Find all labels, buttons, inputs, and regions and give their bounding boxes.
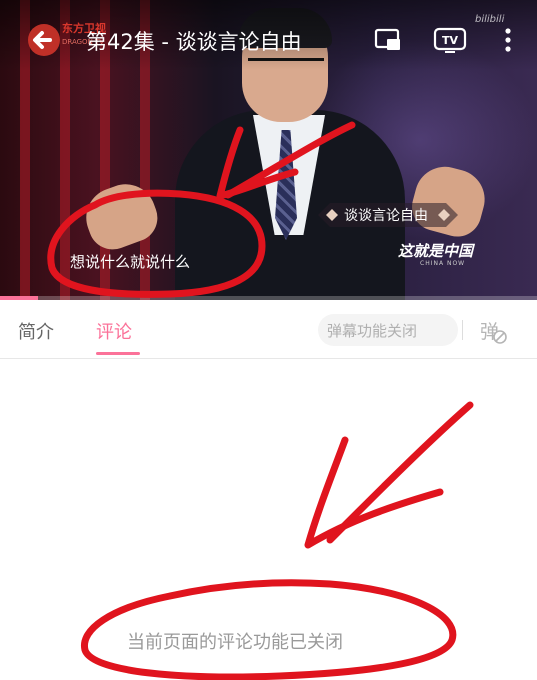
danmaku-off-icon[interactable]: 弹	[478, 316, 508, 346]
tv-cast-icon[interactable]: TV	[433, 26, 467, 54]
annotation-arrow-bottom	[326, 401, 474, 544]
annotation-arrow-bottom-head	[304, 436, 444, 549]
picture-in-picture-icon[interactable]	[374, 26, 402, 54]
active-tab-indicator	[96, 352, 140, 355]
comments-closed-notice: 当前页面的评论功能已关闭	[127, 632, 343, 653]
more-menu-icon[interactable]	[500, 26, 516, 54]
video-subtitle: 想说什么就说什么	[70, 253, 191, 271]
back-arrow-icon[interactable]	[24, 20, 64, 60]
tab-intro[interactable]: 简介	[18, 318, 54, 344]
video-player[interactable]: 东方卫视 DRAGON TV 第42集 - 谈谈言论自由 TV bilibili…	[0, 0, 537, 300]
show-logo: 这就是中国	[398, 242, 474, 260]
bilibili-watermark: bilibili	[475, 14, 505, 25]
danmaku-status-label: 弹幕功能关闭	[327, 322, 418, 340]
tab-comments[interactable]: 评论	[96, 318, 132, 344]
svg-text:TV: TV	[442, 34, 459, 47]
video-title: 第42集 - 谈谈言论自由	[86, 30, 302, 54]
program-label: 谈谈言论自由	[344, 208, 428, 224]
speaker-left-hand	[77, 175, 165, 257]
show-logo-sub: CHINA NOW	[420, 260, 466, 267]
divider	[462, 320, 463, 340]
